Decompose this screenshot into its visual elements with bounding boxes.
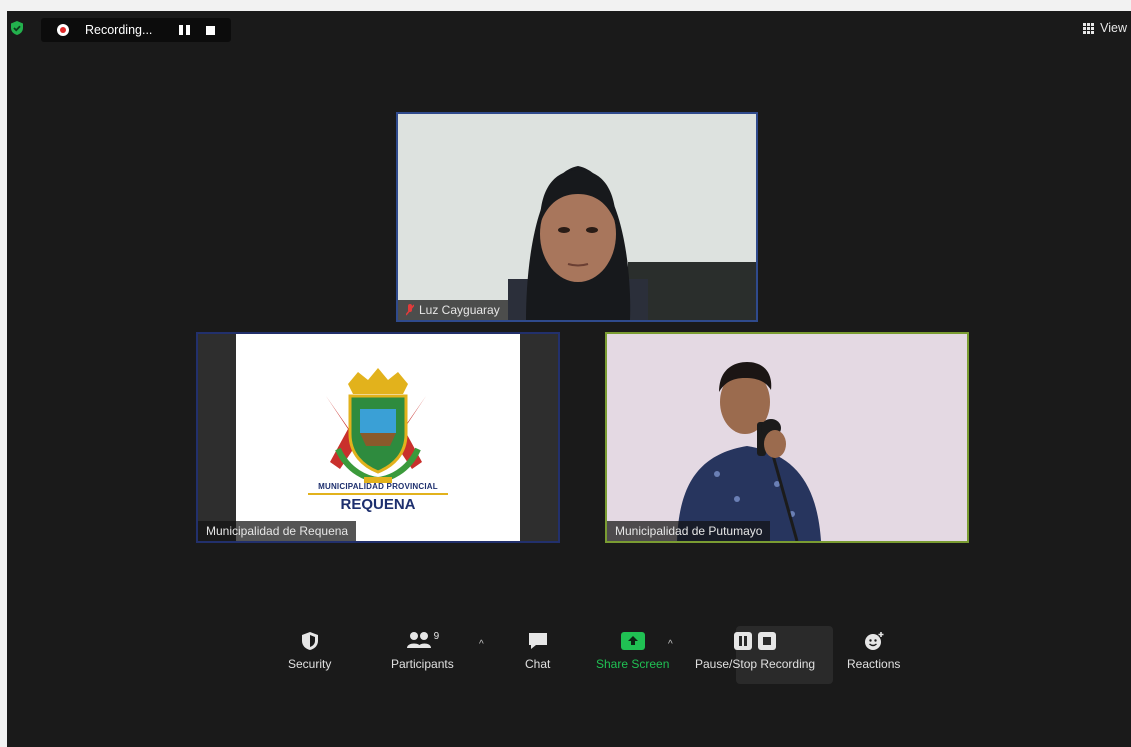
encryption-shield-icon[interactable] [9, 20, 25, 36]
participant-name: Municipalidad de Requena [206, 524, 349, 538]
requena-logo-text: MUNICIPALIDAD PROVINCIAL REQUENA [236, 482, 520, 513]
recording-status-label: Recording... [85, 23, 153, 37]
microphone-muted-icon [406, 304, 414, 316]
participants-count: 9 [433, 631, 440, 642]
chat-button[interactable]: Chat [525, 631, 550, 671]
pause-stop-recording-label: Pause/Stop Recording [695, 657, 816, 671]
logo-line-2: REQUENA [340, 496, 416, 513]
meeting-toolbar: Security 9 Participants ^ Chat Share Scr… [7, 619, 1131, 695]
grid-view-icon [1083, 22, 1095, 34]
stop-icon [758, 632, 777, 650]
pause-icon [734, 632, 753, 650]
video-tile-municipalidad-de-putumayo[interactable]: Municipalidad de Putumayo [605, 332, 969, 543]
reactions-smiley-icon [864, 632, 884, 650]
participant-video-feed [607, 334, 967, 541]
share-screen-label: Share Screen [596, 657, 670, 671]
participants-label: Participants [391, 657, 454, 671]
participants-button[interactable]: 9 Participants [391, 631, 454, 671]
video-tile-luz-cayguaray[interactable]: Luz Cayguaray [396, 112, 758, 322]
participants-icon [406, 632, 431, 648]
view-label: View [1100, 21, 1127, 35]
video-tile-municipalidad-de-requena[interactable]: MUNICIPALIDAD PROVINCIAL REQUENA Municip… [196, 332, 560, 543]
reactions-label: Reactions [847, 657, 901, 671]
share-screen-chevron-up-icon[interactable]: ^ [668, 639, 673, 650]
recording-dot-icon [57, 24, 69, 36]
logo-underline [308, 493, 448, 495]
security-button[interactable]: Security [288, 631, 331, 671]
participant-video-feed [398, 114, 756, 320]
top-bar: Recording... View [7, 11, 1131, 49]
participant-name-tag: Luz Cayguaray [398, 300, 508, 320]
chat-label: Chat [525, 657, 551, 671]
pause-stop-recording-button[interactable]: Pause/Stop Recording [695, 631, 815, 671]
stop-recording-button[interactable] [206, 25, 215, 35]
security-shield-icon [301, 632, 318, 650]
participant-name-tag: Municipalidad de Putumayo [607, 521, 771, 541]
chat-bubble-icon [528, 633, 547, 649]
share-screen-button[interactable]: Share Screen [596, 631, 669, 671]
logo-line-1: MUNICIPALIDAD PROVINCIAL [318, 482, 438, 491]
participant-name: Luz Cayguaray [419, 303, 500, 317]
participant-name-tag: Municipalidad de Requena [198, 521, 357, 541]
reactions-button[interactable]: Reactions [847, 631, 900, 671]
share-screen-icon [620, 632, 645, 650]
view-button[interactable]: View [1083, 21, 1127, 35]
zoom-meeting-window: Recording... View Luz Cayguaray MUNICIPA… [7, 11, 1131, 747]
security-label: Security [288, 657, 332, 671]
pause-recording-button[interactable] [179, 25, 191, 35]
participant-name: Municipalidad de Putumayo [615, 524, 763, 538]
participants-chevron-up-icon[interactable]: ^ [479, 639, 484, 650]
recording-indicator: Recording... [41, 18, 231, 42]
